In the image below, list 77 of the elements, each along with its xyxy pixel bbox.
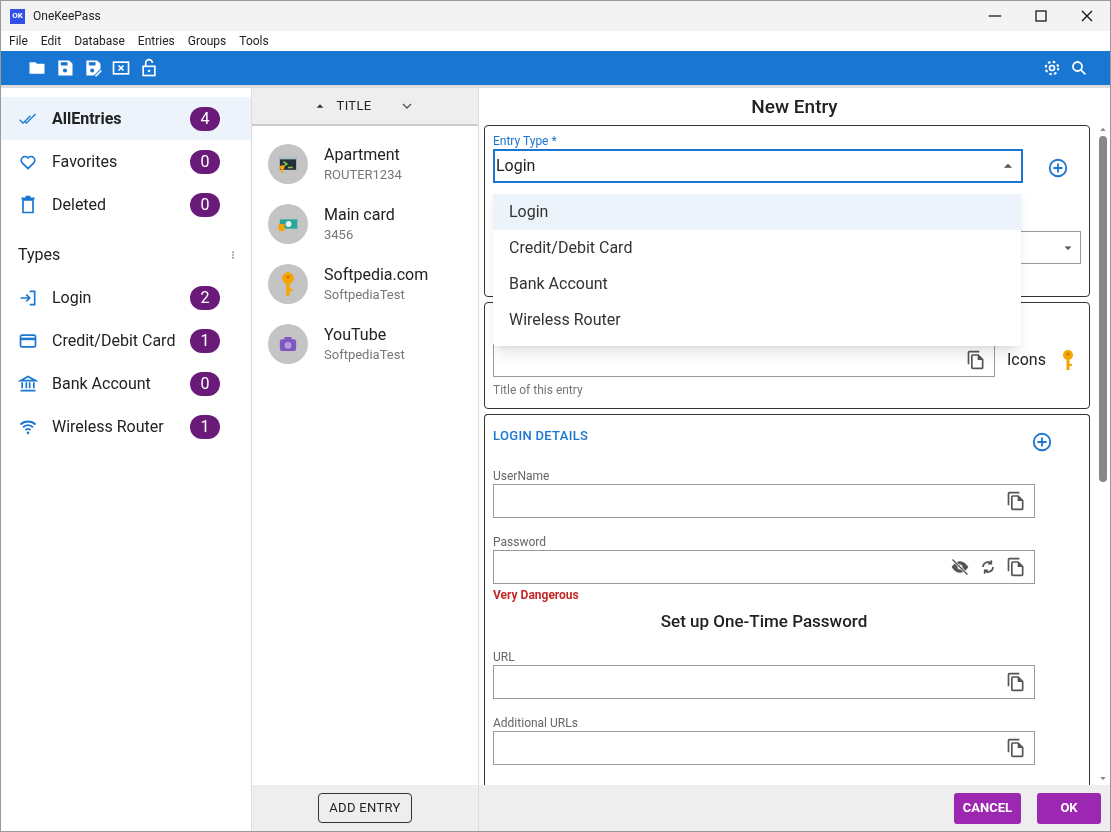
field-label: Entry Type * (493, 133, 558, 149)
sort-header[interactable]: TITLE (252, 88, 478, 126)
trash-icon (18, 194, 38, 215)
dropdown-option[interactable]: Credit/Debit Card (493, 230, 1021, 266)
entry-title: Softpedia.com (324, 264, 429, 286)
entry-item[interactable]: Softpedia.com SoftpediaTest (268, 254, 478, 314)
count-badge: 0 (190, 149, 220, 174)
menu-item[interactable]: Tools (239, 32, 269, 50)
cancel-button[interactable]: CANCEL (953, 792, 1021, 824)
entry-subtitle: SoftpediaTest (324, 346, 405, 364)
sidebar-item[interactable]: AllEntries 4 (1, 97, 251, 140)
sidebar-item[interactable]: Credit/Debit Card 1 (1, 319, 251, 362)
settings-icon[interactable] (1042, 58, 1062, 78)
count-badge: 1 (190, 328, 220, 353)
entry-subtitle: SoftpediaTest (324, 286, 406, 304)
password-field[interactable] (493, 550, 1035, 584)
menu-item[interactable]: Entries (137, 32, 175, 50)
count-badge: 2 (190, 285, 220, 310)
sidebar-item[interactable]: Wireless Router 1 (1, 405, 251, 448)
count-badge: 4 (190, 106, 220, 131)
count-badge: 0 (190, 192, 220, 217)
field-label: Password (493, 534, 547, 550)
input-field[interactable] (493, 731, 1035, 765)
strength-text: Very Dangerous (493, 587, 580, 603)
scroll-down-icon (1098, 775, 1108, 783)
copy-icon[interactable] (1006, 738, 1026, 758)
otp-heading: Set up One-Time Password (659, 610, 869, 633)
icons-label: Icons (1007, 349, 1046, 371)
entry-title: Main card (324, 204, 395, 226)
entry-type-select[interactable]: Login (493, 149, 1023, 183)
ok-button[interactable]: OK (1037, 792, 1101, 824)
entry-item[interactable]: YouTube SoftpediaTest (268, 314, 478, 374)
input-field[interactable] (493, 484, 1035, 518)
section-heading: LOGIN DETAILS (493, 427, 589, 445)
field-label: Additional URLs (493, 715, 579, 731)
add-entry-button[interactable]: ADD ENTRY (318, 793, 412, 823)
save-as-icon[interactable] (83, 58, 103, 78)
field-label: UserName (493, 468, 551, 484)
entry-subtitle: 3456 (324, 226, 355, 244)
dropdown-option[interactable]: Bank Account (493, 266, 1021, 302)
menu-item[interactable]: Groups (187, 32, 227, 50)
sidebar-item[interactable]: Login 2 (1, 276, 251, 319)
count-badge: 0 (190, 371, 220, 396)
add-circle-icon[interactable] (1047, 157, 1069, 179)
menu-item[interactable]: Database (74, 32, 125, 50)
entry-item[interactable]: Main card 3456 (268, 194, 478, 254)
entry-title: YouTube (324, 324, 388, 346)
entry-subtitle: ROUTER1234 (324, 166, 402, 184)
menu-item[interactable]: File (9, 32, 28, 50)
copy-icon[interactable] (1006, 491, 1026, 511)
save-icon[interactable] (55, 58, 75, 78)
input-field[interactable] (493, 665, 1035, 699)
sidebar-item[interactable]: Deleted 0 (1, 183, 251, 226)
form-heading: New Entry (750, 94, 839, 120)
field-label: URL (493, 649, 516, 665)
bank-icon (18, 373, 38, 394)
menu-item[interactable]: Edit (40, 32, 62, 50)
close-database-icon[interactable] (111, 58, 131, 78)
entry-item[interactable]: Apartment ROUTER1234 (268, 134, 478, 194)
add-circle-icon[interactable] (1031, 431, 1053, 453)
helper-text: Title of this entry (493, 382, 584, 399)
lock-icon[interactable] (139, 58, 159, 78)
scroll-up-icon (1098, 125, 1108, 133)
window-title: OneKeePass (33, 8, 101, 25)
entry-title: Apartment (324, 144, 401, 166)
copy-icon[interactable] (1006, 557, 1026, 577)
sidebar-item[interactable]: Favorites 0 (1, 140, 251, 183)
copy-icon[interactable] (966, 350, 986, 370)
search-icon[interactable] (1070, 59, 1088, 77)
copy-icon[interactable] (1006, 672, 1026, 692)
app-logo: OK (10, 8, 25, 24)
count-badge: 1 (190, 414, 220, 439)
eye-off-icon[interactable] (950, 557, 970, 577)
dropdown-option[interactable]: Login (493, 194, 1021, 230)
section-heading: Types (18, 243, 61, 266)
sidebar-item[interactable]: Bank Account 0 (1, 362, 251, 405)
dropdown-option[interactable]: Wireless Router (493, 302, 1021, 338)
